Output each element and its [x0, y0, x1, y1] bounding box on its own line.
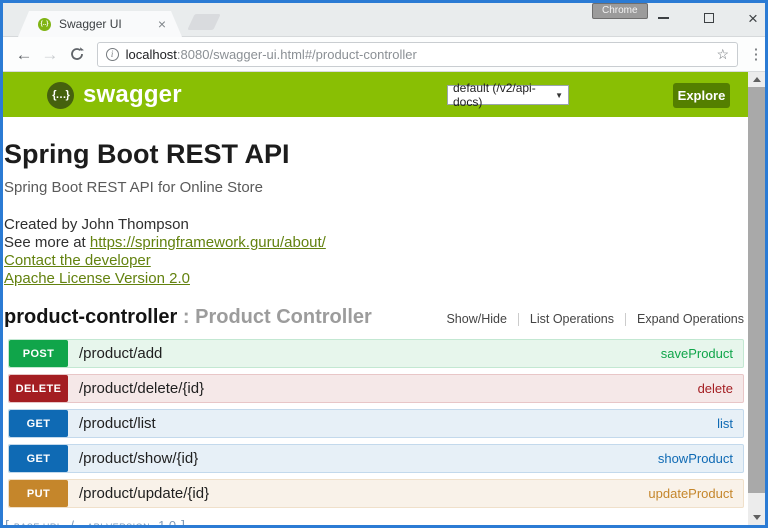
operation-nickname-link[interactable]: list: [717, 410, 733, 437]
operation-path-link[interactable]: /product/delete/{id}: [79, 375, 204, 402]
operation-row-list[interactable]: GET /product/list list: [8, 409, 744, 438]
created-by-text: Created by John Thompson: [4, 216, 744, 234]
swagger-favicon-icon: {..}: [38, 18, 51, 31]
operation-path-link[interactable]: /product/show/{id}: [79, 445, 198, 472]
api-base-url-footer: [ BASE URL: / , API VERSION: 1.0 ]: [5, 517, 744, 528]
http-method-badge[interactable]: GET: [9, 410, 68, 437]
back-icon[interactable]: ←: [13, 46, 35, 63]
list-operations-link[interactable]: List Operations: [530, 312, 614, 326]
swagger-logo-icon: {…}: [47, 82, 74, 109]
expand-operations-link[interactable]: Expand Operations: [637, 312, 744, 326]
chrome-overlay-badge: Chrome: [592, 3, 648, 19]
swagger-header: {…} swagger default (/v2/api-docs) ▼ Exp…: [3, 72, 765, 117]
title-bar: {..} Swagger UI × Chrome ×: [3, 3, 765, 37]
scrollbar-thumb[interactable]: [748, 87, 765, 493]
url-host: localhost: [126, 47, 177, 62]
controller-heading: product-controller : Product Controller …: [4, 306, 744, 329]
tab-title: Swagger UI: [59, 17, 158, 31]
footer-bracket: ]: [181, 517, 185, 528]
chevron-down-icon: ▼: [555, 91, 563, 100]
footer-separator: ,: [79, 522, 82, 528]
http-method-badge[interactable]: PUT: [9, 480, 68, 507]
api-title: Spring Boot REST API: [4, 139, 744, 170]
http-method-badge[interactable]: GET: [9, 445, 68, 472]
api-definition-select[interactable]: default (/v2/api-docs) ▼: [447, 85, 569, 105]
divider: [625, 313, 626, 326]
footer-bracket: [: [5, 517, 9, 528]
contact-developer-link[interactable]: Contact the developer: [4, 252, 151, 269]
browser-menu-icon[interactable]: ⋮: [747, 45, 765, 63]
license-link[interactable]: Apache License Version 2.0: [4, 270, 190, 287]
maximize-button[interactable]: [693, 7, 725, 29]
scroll-down-icon[interactable]: [748, 510, 765, 525]
address-bar[interactable]: i localhost :8080/swagger-ui.html#/produ…: [97, 42, 738, 67]
operation-path-link[interactable]: /product/update/{id}: [79, 480, 209, 507]
browser-toolbar: ← → i localhost :8080/swagger-ui.html#/p…: [3, 37, 765, 72]
http-method-badge[interactable]: DELETE: [9, 375, 68, 402]
controller-actions: Show/Hide List Operations Expand Operati…: [446, 312, 744, 326]
operation-row-delete[interactable]: DELETE /product/delete/{id} delete: [8, 374, 744, 403]
operation-path-link[interactable]: /product/add: [79, 340, 162, 367]
url-path: :8080/swagger-ui.html#/product-controlle…: [177, 47, 417, 62]
operations-list: POST /product/add saveProduct DELETE /pr…: [4, 339, 744, 508]
show-hide-link[interactable]: Show/Hide: [446, 312, 506, 326]
explore-button[interactable]: Explore: [673, 83, 730, 108]
api-version-label: API VERSION:: [87, 522, 153, 528]
operation-nickname-link[interactable]: delete: [698, 375, 733, 402]
reload-icon[interactable]: [65, 46, 89, 62]
operation-nickname-link[interactable]: showProduct: [658, 445, 733, 472]
api-info-block: Created by John Thompson See more at htt…: [4, 216, 744, 288]
bookmark-star-icon[interactable]: ☆: [717, 46, 730, 63]
swagger-logo[interactable]: {…} swagger: [47, 81, 182, 109]
controller-separator: :: [177, 306, 195, 329]
page-info-icon[interactable]: i: [106, 48, 119, 61]
api-version-value: 1.0: [158, 518, 176, 528]
base-url-label: BASE URL:: [14, 522, 66, 528]
see-more-line: See more at https://springframework.guru…: [4, 234, 744, 252]
controller-name-link[interactable]: product-controller: [4, 306, 177, 329]
swagger-logo-text: swagger: [83, 81, 182, 109]
base-url-value: /: [70, 518, 74, 528]
operation-nickname-link[interactable]: saveProduct: [661, 340, 733, 367]
controller-label: Product Controller: [195, 306, 372, 329]
page-scrollbar[interactable]: [748, 72, 765, 525]
http-method-badge[interactable]: POST: [9, 340, 68, 367]
browser-tab[interactable]: {..} Swagger UI ×: [18, 11, 182, 37]
api-description: Spring Boot REST API for Online Store: [4, 179, 744, 196]
operation-row-update-product[interactable]: PUT /product/update/{id} updateProduct: [8, 479, 744, 508]
scroll-up-icon[interactable]: [748, 72, 765, 87]
operation-row-save-product[interactable]: POST /product/add saveProduct: [8, 339, 744, 368]
page-content: Spring Boot REST API Spring Boot REST AP…: [4, 117, 744, 528]
minimize-button[interactable]: [647, 7, 679, 29]
operation-row-show-product[interactable]: GET /product/show/{id} showProduct: [8, 444, 744, 473]
operation-nickname-link[interactable]: updateProduct: [648, 480, 733, 507]
see-more-prefix: See more at: [4, 234, 90, 251]
api-select-value: default (/v2/api-docs): [453, 81, 555, 109]
divider: [518, 313, 519, 326]
forward-icon: →: [39, 46, 61, 63]
see-more-link[interactable]: https://springframework.guru/about/: [90, 234, 326, 251]
browser-window: {..} Swagger UI × Chrome × ← → i localho…: [0, 0, 768, 528]
close-button[interactable]: ×: [737, 7, 768, 29]
tab-close-icon[interactable]: ×: [158, 17, 166, 31]
new-tab-button[interactable]: [187, 14, 220, 30]
operation-path-link[interactable]: /product/list: [79, 410, 156, 437]
